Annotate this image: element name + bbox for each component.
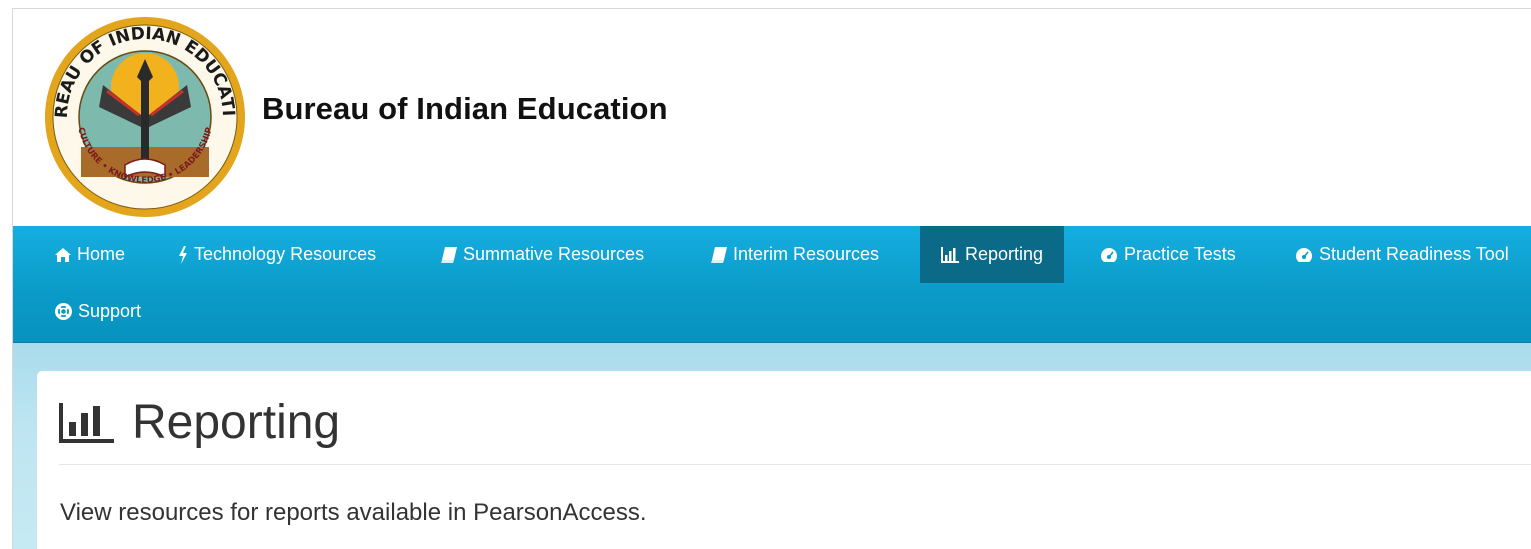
nav-practice-tests[interactable]: Practice Tests	[1100, 226, 1236, 283]
main-nav: Home Technology Resources Summative Reso…	[13, 226, 1531, 343]
nav-label: Reporting	[965, 244, 1044, 264]
book-icon	[441, 246, 457, 263]
main-panel: Reporting View resources for reports ava…	[37, 371, 1531, 549]
nav-reporting[interactable]: Reporting	[920, 226, 1065, 283]
nav-label: Student Readiness Tool	[1319, 244, 1509, 264]
nav-student-readiness-tool[interactable]: Student Readiness Tool	[1295, 226, 1509, 283]
site-header: BUREAU OF INDIAN EDUCATION CULTURE • KNO…	[13, 9, 1531, 226]
bar-chart-icon	[59, 402, 114, 443]
page-frame: BUREAU OF INDIAN EDUCATION CULTURE • KNO…	[12, 8, 1531, 549]
bie-logo[interactable]: BUREAU OF INDIAN EDUCATION CULTURE • KNO…	[43, 15, 247, 219]
nav-label: Home	[77, 244, 126, 264]
life-ring-icon	[55, 303, 72, 320]
home-icon	[55, 247, 71, 262]
page-lead-text: View resources for reports available in …	[60, 499, 647, 526]
nav-interim-resources[interactable]: Interim Resources	[711, 226, 879, 283]
nav-home[interactable]: Home	[55, 226, 125, 283]
page-title-text: Reporting	[132, 396, 341, 449]
dashboard-icon	[1296, 247, 1312, 262]
nav-label: Technology Resources	[194, 244, 377, 264]
nav-summative-resources[interactable]: Summative Resources	[441, 226, 644, 283]
nav-label: Support	[78, 301, 142, 321]
nav-label: Interim Resources	[733, 244, 880, 264]
nav-label: Practice Tests	[1124, 244, 1236, 264]
title-divider	[59, 464, 1531, 465]
nav-support[interactable]: Support	[55, 283, 141, 340]
nav-label: Summative Resources	[463, 244, 645, 264]
page-title: Reporting	[59, 395, 340, 450]
nav-technology-resources[interactable]: Technology Resources	[178, 226, 376, 283]
book-icon	[711, 246, 727, 263]
bar-chart-icon	[941, 246, 959, 263]
site-title[interactable]: Bureau of Indian Education	[262, 91, 668, 127]
bolt-icon	[179, 245, 187, 264]
dashboard-icon	[1101, 247, 1117, 262]
